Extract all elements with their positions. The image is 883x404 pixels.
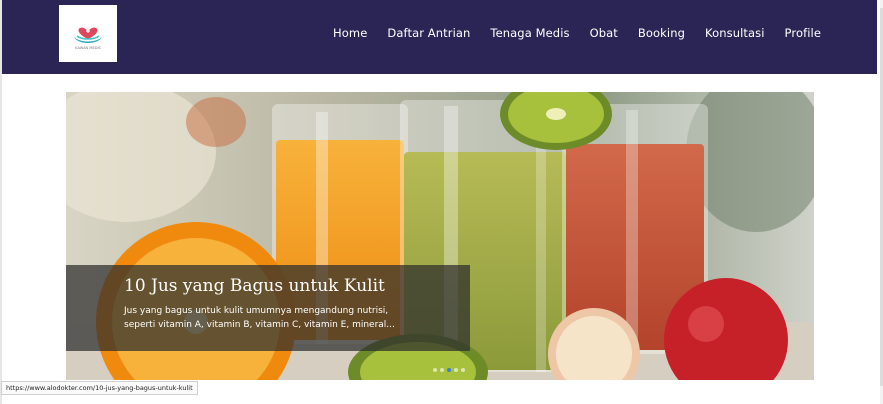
nav-home[interactable]: Home <box>333 26 367 40</box>
carousel-dot[interactable] <box>440 368 444 372</box>
carousel-dot[interactable] <box>461 368 465 372</box>
nav-profile[interactable]: Profile <box>785 26 821 40</box>
slide-caption[interactable]: 10 Jus yang Bagus untuk Kulit Jus yang b… <box>66 265 470 351</box>
nav-daftar-antrian[interactable]: Daftar Antrian <box>387 26 470 40</box>
carousel-dot[interactable] <box>454 368 458 372</box>
carousel-dot-active[interactable] <box>447 368 451 372</box>
main-nav: Home Daftar Antrian Tenaga Medis Obat Bo… <box>333 0 821 66</box>
heart-hands-logo-icon: KAWAN MEDIS <box>74 27 102 50</box>
status-bar-url: https://www.alodokter.com/10-jus-yang-ba… <box>1 381 198 395</box>
nav-booking[interactable]: Booking <box>638 26 685 40</box>
navbar: KAWAN MEDIS Home Daftar Antrian Tenaga M… <box>2 0 877 74</box>
hero-carousel[interactable]: 10 Jus yang Bagus untuk Kulit Jus yang b… <box>66 92 814 380</box>
nav-konsultasi[interactable]: Konsultasi <box>705 26 765 40</box>
slide-title[interactable]: 10 Jus yang Bagus untuk Kulit <box>124 276 385 296</box>
slide-description: Jus yang bagus untuk kulit umumnya menga… <box>124 306 395 330</box>
carousel-indicators <box>433 368 465 372</box>
carousel-dot[interactable] <box>433 368 437 372</box>
logo-text: KAWAN MEDIS <box>75 46 101 50</box>
nav-tenaga-medis[interactable]: Tenaga Medis <box>490 26 569 40</box>
nav-obat[interactable]: Obat <box>590 26 618 40</box>
site-logo[interactable]: KAWAN MEDIS <box>59 5 117 62</box>
